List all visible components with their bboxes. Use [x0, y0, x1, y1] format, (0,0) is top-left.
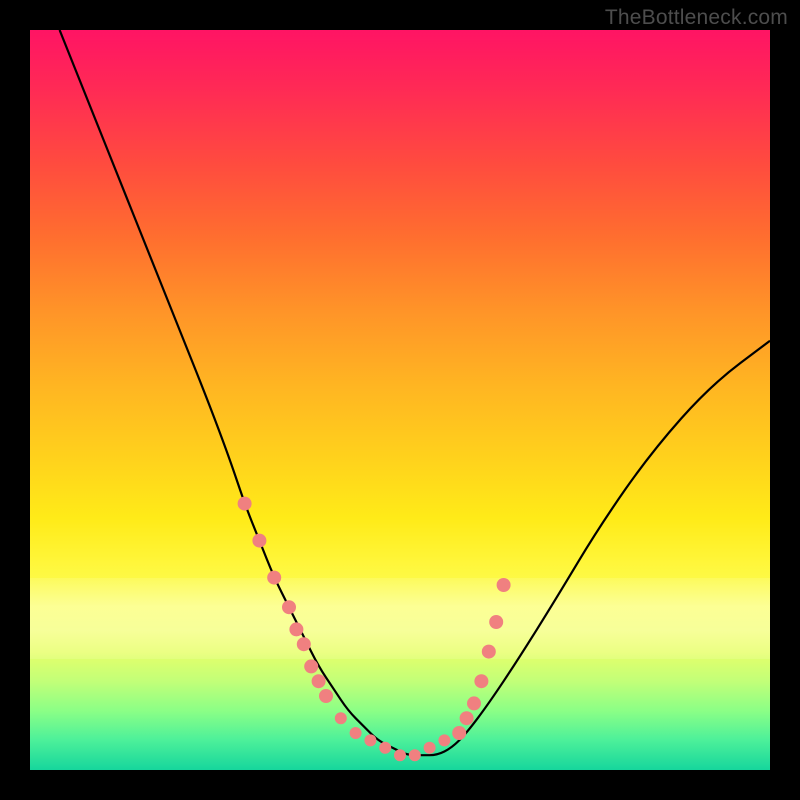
markers-right-group [452, 578, 510, 740]
chart-marker [289, 622, 303, 636]
chart-marker [467, 696, 481, 710]
chart-marker [252, 534, 266, 548]
chart-marker [474, 674, 488, 688]
chart-marker [312, 674, 326, 688]
chart-marker [452, 726, 466, 740]
chart-marker [282, 600, 296, 614]
chart-marker [394, 749, 406, 761]
curve-line [60, 30, 770, 755]
markers-bottom-group [335, 712, 451, 761]
chart-marker [489, 615, 503, 629]
chart-marker [409, 749, 421, 761]
chart-marker [482, 645, 496, 659]
chart-marker [304, 659, 318, 673]
chart-marker [438, 734, 450, 746]
chart-marker [297, 637, 311, 651]
chart-marker [335, 712, 347, 724]
chart-marker [379, 742, 391, 754]
chart-marker [350, 727, 362, 739]
watermark-text: TheBottleneck.com [605, 6, 788, 30]
chart-marker [238, 497, 252, 511]
chart-marker [460, 711, 474, 725]
chart-marker [424, 742, 436, 754]
chart-frame: TheBottleneck.com [0, 0, 800, 800]
plot-area [30, 30, 770, 770]
chart-marker [497, 578, 511, 592]
chart-svg [30, 30, 770, 770]
chart-marker [364, 734, 376, 746]
chart-marker [319, 689, 333, 703]
chart-marker [267, 571, 281, 585]
